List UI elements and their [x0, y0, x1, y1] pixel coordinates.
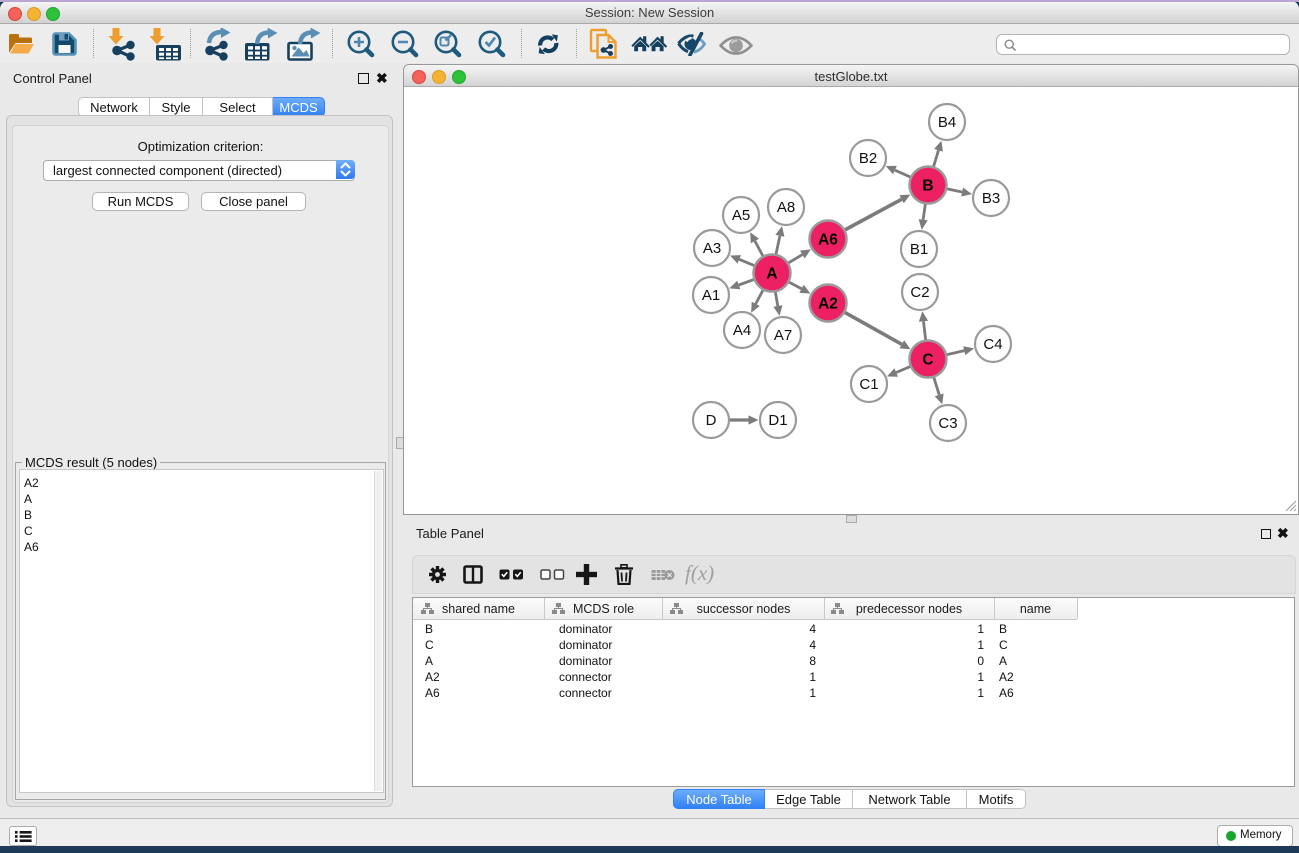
svg-text:A2: A2	[818, 296, 838, 313]
svg-text:C3: C3	[938, 415, 957, 432]
svg-text:D: D	[706, 412, 717, 429]
svg-text:B4: B4	[938, 114, 956, 131]
svg-text:B2: B2	[859, 150, 877, 167]
svg-text:C2: C2	[910, 284, 929, 301]
svg-text:C4: C4	[983, 336, 1002, 353]
svg-text:A6: A6	[818, 232, 838, 249]
svg-text:C: C	[922, 352, 933, 369]
svg-text:B3: B3	[982, 190, 1000, 207]
svg-text:B1: B1	[910, 241, 928, 258]
svg-text:A: A	[766, 266, 777, 283]
svg-text:A3: A3	[703, 240, 721, 257]
svg-text:A8: A8	[777, 199, 795, 216]
svg-text:A4: A4	[733, 322, 751, 339]
svg-text:A1: A1	[702, 287, 720, 304]
svg-text:B: B	[922, 178, 933, 195]
svg-text:A5: A5	[732, 207, 750, 224]
svg-text:A7: A7	[774, 327, 792, 344]
svg-text:C1: C1	[859, 376, 878, 393]
svg-text:D1: D1	[768, 412, 787, 429]
